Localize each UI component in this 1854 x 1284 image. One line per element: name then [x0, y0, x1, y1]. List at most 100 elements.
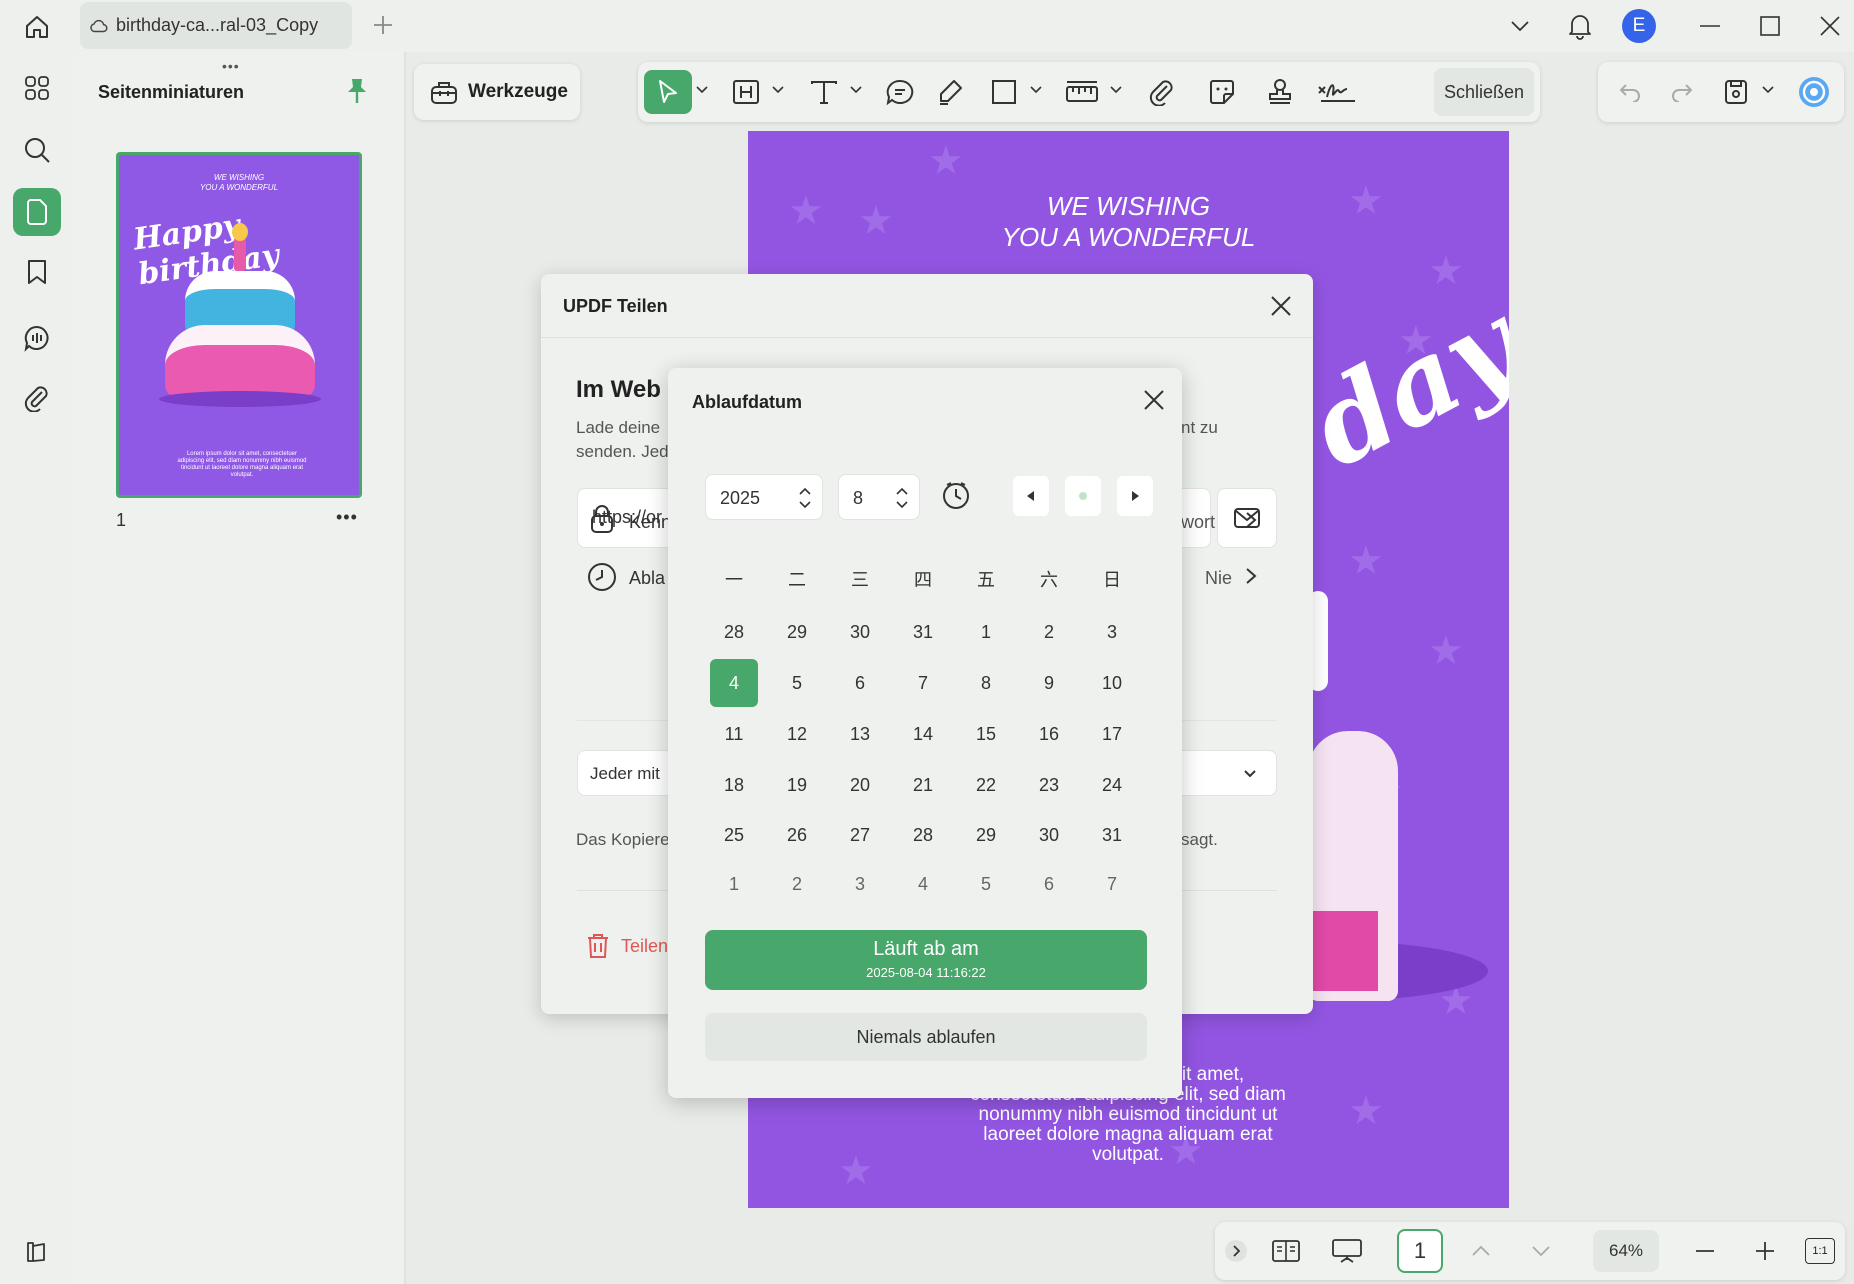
month-stepper[interactable]: 8: [838, 474, 920, 520]
calendar-day-selected[interactable]: 4: [710, 659, 758, 707]
presentation-icon[interactable]: [1329, 1234, 1365, 1268]
chevron-down-icon[interactable]: [850, 84, 862, 96]
page-layout-icon[interactable]: [1269, 1234, 1303, 1268]
calendar-day[interactable]: 29: [773, 608, 821, 656]
previous-month-button[interactable]: [1013, 476, 1049, 516]
close-icon[interactable]: [1269, 294, 1293, 318]
chevron-right-icon[interactable]: [1241, 510, 1261, 530]
calendar-day[interactable]: 13: [836, 710, 884, 758]
calendar-day[interactable]: 6: [836, 659, 884, 707]
calendar-day-next-month[interactable]: 2: [773, 860, 821, 908]
heading-tool[interactable]: [726, 70, 766, 114]
calendar-day[interactable]: 14: [899, 710, 947, 758]
calendar-day[interactable]: 23: [1025, 761, 1073, 809]
calendar-day[interactable]: 21: [899, 761, 947, 809]
highlight-tool[interactable]: [930, 70, 970, 114]
calendar-day[interactable]: 8: [962, 659, 1010, 707]
calendar-day-next-month[interactable]: 6: [1025, 860, 1073, 908]
next-page-icon[interactable]: [1527, 1234, 1555, 1268]
calendar-day[interactable]: 29: [962, 811, 1010, 859]
select-tool[interactable]: [644, 70, 692, 114]
text-tool[interactable]: [804, 70, 844, 114]
chevron-down-icon[interactable]: [1030, 84, 1042, 96]
comment-tool[interactable]: [880, 70, 920, 114]
chevron-down-icon[interactable]: [1241, 764, 1259, 782]
page-number-input[interactable]: 1: [1397, 1229, 1443, 1273]
calendar-day[interactable]: 26: [773, 811, 821, 859]
calendar-day[interactable]: 15: [962, 710, 1010, 758]
delete-share-button[interactable]: Teilen: [585, 932, 668, 960]
zoom-out-icon[interactable]: [1691, 1234, 1719, 1268]
save-icon[interactable]: [1716, 70, 1756, 114]
calendar-day[interactable]: 7: [899, 659, 947, 707]
comments-icon[interactable]: [13, 314, 61, 362]
zoom-level[interactable]: 64%: [1593, 1230, 1659, 1272]
page-thumbnail[interactable]: WE WISHING YOU A WONDERFUL Happy birthda…: [116, 152, 362, 498]
minimize-icon[interactable]: [1694, 10, 1726, 42]
bell-icon[interactable]: [1564, 10, 1596, 42]
calendar-day[interactable]: 2: [1025, 608, 1073, 656]
calendar-day[interactable]: 28: [710, 608, 758, 656]
calendar-day[interactable]: 9: [1025, 659, 1073, 707]
year-stepper[interactable]: 2025: [705, 474, 823, 520]
close-tools-button[interactable]: Schließen: [1434, 68, 1534, 116]
chevron-down-icon[interactable]: [1110, 84, 1122, 96]
chevron-right-icon[interactable]: [1241, 566, 1261, 586]
calendar-day[interactable]: 17: [1088, 710, 1136, 758]
ai-assistant-icon[interactable]: [1794, 70, 1834, 114]
calendar-day[interactable]: 10: [1088, 659, 1136, 707]
next-month-button[interactable]: [1117, 476, 1153, 516]
calendar-day[interactable]: 3: [1088, 608, 1136, 656]
calendar-day[interactable]: 11: [710, 710, 758, 758]
undo-icon[interactable]: [1612, 70, 1648, 114]
calendar-day[interactable]: 16: [1025, 710, 1073, 758]
stepper-arrows-icon[interactable]: [895, 485, 909, 511]
calendar-day[interactable]: 27: [836, 811, 884, 859]
tools-button[interactable]: Werkzeuge: [414, 64, 580, 120]
zoom-in-icon[interactable]: [1751, 1234, 1779, 1268]
measure-tool[interactable]: [1060, 70, 1104, 114]
calendar-day[interactable]: 25: [710, 811, 758, 859]
attachment-icon[interactable]: [13, 374, 61, 422]
chevron-down-icon[interactable]: [1762, 84, 1774, 96]
calendar-day[interactable]: 19: [773, 761, 821, 809]
home-icon[interactable]: [18, 8, 56, 46]
calendar-day[interactable]: 28: [899, 811, 947, 859]
calendar-day[interactable]: 30: [836, 608, 884, 656]
sidebar-toggle-icon[interactable]: [18, 1234, 54, 1270]
calendar-day[interactable]: 31: [1088, 811, 1136, 859]
calendar-day[interactable]: 22: [962, 761, 1010, 809]
chevron-down-icon[interactable]: [1504, 10, 1536, 42]
document-tab[interactable]: birthday-ca...ral-03_Copy: [80, 2, 352, 49]
more-options-icon[interactable]: •••: [336, 507, 358, 528]
calendar-day[interactable]: 18: [710, 761, 758, 809]
pin-icon[interactable]: [342, 76, 372, 106]
calendar-day-next-month[interactable]: 7: [1088, 860, 1136, 908]
bookmark-icon[interactable]: [13, 248, 61, 296]
panel-grip[interactable]: •••: [222, 58, 240, 74]
calendar-day[interactable]: 31: [899, 608, 947, 656]
grid-apps-icon[interactable]: [13, 64, 61, 112]
sticker-tool[interactable]: [1202, 70, 1242, 114]
never-expire-button[interactable]: Niemals ablaufen: [705, 1013, 1147, 1061]
today-button[interactable]: [1065, 476, 1101, 516]
attach-tool[interactable]: [1142, 70, 1182, 114]
plus-icon[interactable]: [370, 12, 396, 38]
maximize-icon[interactable]: [1754, 10, 1786, 42]
close-window-icon[interactable]: [1814, 10, 1846, 42]
signature-tool[interactable]: [1314, 70, 1360, 114]
actual-size-button[interactable]: 1:1: [1805, 1238, 1835, 1264]
calendar-day-next-month[interactable]: 4: [899, 860, 947, 908]
calendar-day-next-month[interactable]: 3: [836, 860, 884, 908]
chevron-down-icon[interactable]: [772, 84, 784, 96]
calendar-day[interactable]: 5: [773, 659, 821, 707]
search-icon[interactable]: [13, 126, 61, 174]
calendar-day[interactable]: 20: [836, 761, 884, 809]
stepper-arrows-icon[interactable]: [798, 485, 812, 511]
expand-icon[interactable]: [1223, 1234, 1249, 1268]
calendar-day[interactable]: 1: [962, 608, 1010, 656]
shape-tool[interactable]: [984, 70, 1024, 114]
calendar-day-next-month[interactable]: 1: [710, 860, 758, 908]
expire-on-button[interactable]: Läuft ab am 2025-08-04 11:16:22: [705, 930, 1147, 990]
calendar-day-next-month[interactable]: 5: [962, 860, 1010, 908]
